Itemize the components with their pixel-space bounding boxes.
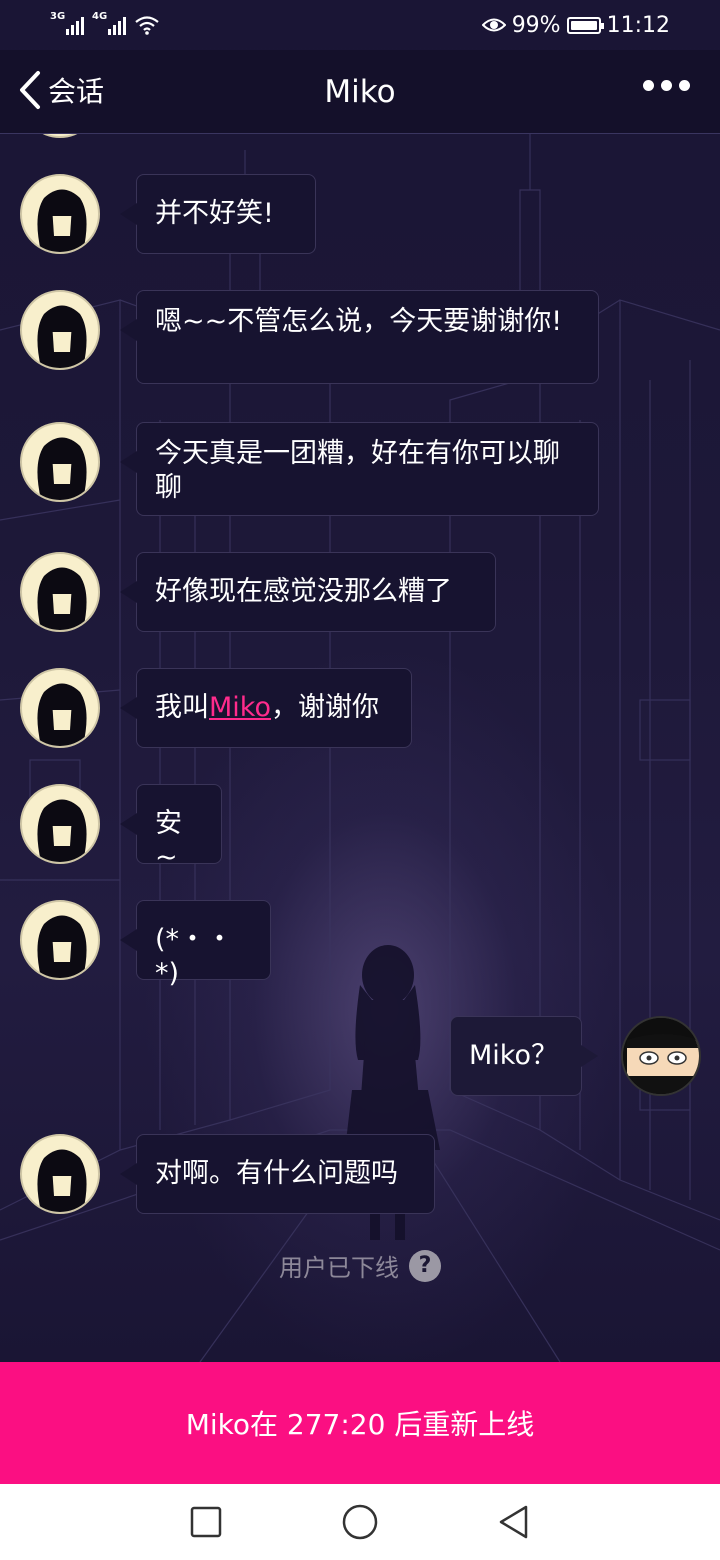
- eye-icon: [481, 18, 506, 32]
- signal-icon: 3G: [50, 11, 84, 35]
- network-type-label: 3G: [50, 11, 66, 22]
- avatar[interactable]: [20, 174, 100, 254]
- clock: 11:12: [606, 12, 670, 38]
- more-options-icon[interactable]: [643, 80, 690, 91]
- message-text: 好像现在感觉没那么糟了: [155, 576, 452, 607]
- avatar[interactable]: [20, 1134, 100, 1214]
- help-icon[interactable]: ?: [409, 1249, 441, 1282]
- message-bubble: 我叫Miko，谢谢你: [120, 668, 412, 748]
- wifi-icon: [135, 16, 159, 35]
- message-text: 并不好笑!: [155, 198, 274, 229]
- message-bubble: 并不好笑!: [120, 174, 316, 254]
- back-nav-button[interactable]: [437, 1484, 591, 1560]
- avatar[interactable]: [20, 668, 100, 748]
- reconnect-banner-text: Miko在 277:20 后重新上线: [185, 1408, 535, 1441]
- page-title: Miko: [324, 74, 396, 110]
- message-text: 今天真是一团糟，好在有你可以聊聊: [155, 438, 560, 503]
- avatar[interactable]: [20, 552, 100, 632]
- offline-notice: 用户已下线 ?: [0, 1248, 720, 1283]
- title-bar: 会话 Miko: [0, 50, 720, 134]
- message-text: Miko？: [469, 1040, 558, 1071]
- battery-percent: 99%: [511, 12, 561, 38]
- message-text: 对啊。有什么问题吗: [155, 1158, 398, 1189]
- signal-group: 3G 4G: [50, 11, 160, 35]
- message-text: 我叫: [155, 692, 209, 723]
- message-bubble: Miko？: [450, 1016, 598, 1096]
- message-bubble: 好像现在感觉没那么糟了: [120, 552, 496, 632]
- avatar[interactable]: [20, 290, 100, 370]
- offline-notice-text: 用户已下线: [279, 1254, 399, 1282]
- status-right-group: 99% 11:12: [481, 12, 670, 38]
- battery-icon: [566, 16, 604, 34]
- network-type-label: 4G: [92, 11, 108, 22]
- message-text: 安~: [155, 808, 182, 873]
- circle-icon: [342, 1504, 378, 1540]
- system-nav-bar: [0, 1484, 720, 1560]
- triangle-back-icon: [499, 1505, 528, 1539]
- recents-button[interactable]: [129, 1484, 283, 1560]
- message-text: (*・・*): [155, 924, 234, 989]
- square-icon: [190, 1506, 222, 1538]
- message-text: ，谢谢你: [271, 692, 379, 723]
- message-bubble: 今天真是一团糟，好在有你可以聊聊: [120, 422, 599, 516]
- reconnect-banner: Miko在 277:20 后重新上线: [0, 1362, 720, 1484]
- avatar[interactable]: [621, 1016, 701, 1096]
- avatar[interactable]: [20, 784, 100, 864]
- message-text: 嗯~~不管怎么说，今天要谢谢你!: [155, 306, 563, 337]
- home-button[interactable]: [283, 1484, 437, 1560]
- highlighted-name-link[interactable]: Miko: [209, 692, 271, 723]
- avatar[interactable]: [20, 422, 100, 502]
- message-bubble: 嗯~~不管怎么说，今天要谢谢你!: [120, 290, 599, 384]
- message-bubble: 安~: [120, 784, 222, 873]
- signal-icon: 4G: [92, 11, 126, 35]
- status-bar: 3G 4G 99% 11:12: [0, 0, 720, 50]
- message-bubble: (*・・*): [120, 900, 271, 989]
- message-bubble: 对啊。有什么问题吗: [120, 1134, 435, 1214]
- avatar[interactable]: [20, 900, 100, 980]
